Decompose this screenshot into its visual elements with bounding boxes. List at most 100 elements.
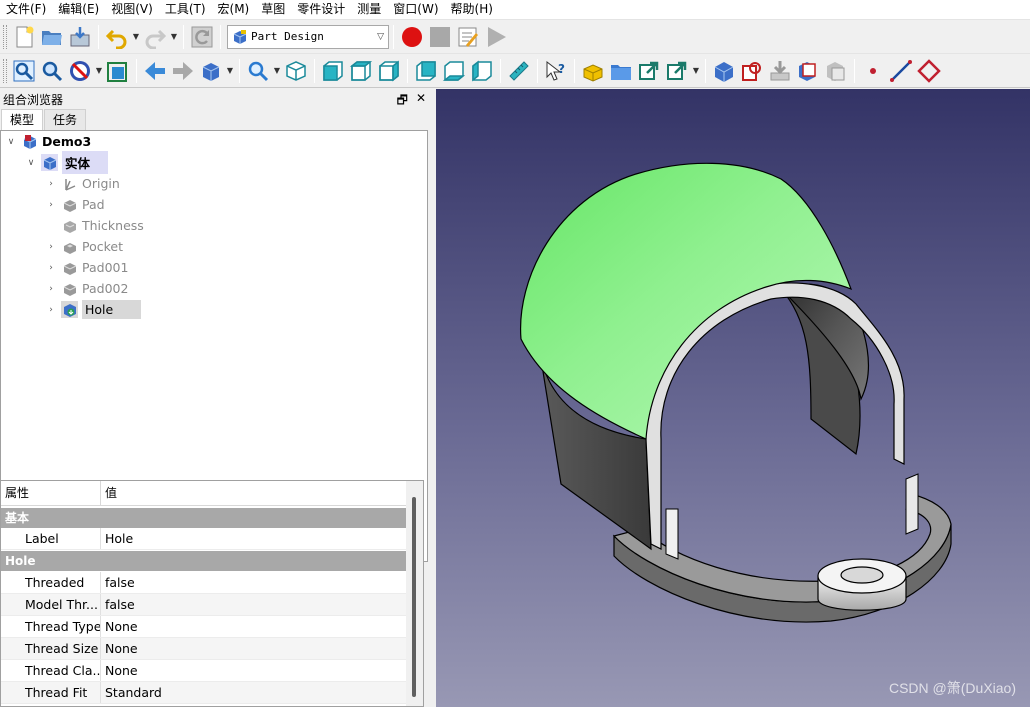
create-body-button[interactable] xyxy=(710,57,738,85)
property-group-hole[interactable]: Hole xyxy=(1,551,406,571)
clone-button[interactable] xyxy=(822,57,850,85)
3d-viewport[interactable]: CSDN @箫(DuXiao) xyxy=(436,89,1030,707)
chevron-right-icon[interactable]: › xyxy=(44,242,58,252)
property-row[interactable]: Thread Type None xyxy=(1,616,406,638)
property-value[interactable]: None xyxy=(101,616,406,637)
measure-button[interactable] xyxy=(505,57,533,85)
redo-dropdown-icon[interactable]: ▼ xyxy=(169,23,179,51)
right-view-button[interactable] xyxy=(375,57,403,85)
bottom-view-button[interactable] xyxy=(440,57,468,85)
menu-sketch[interactable]: 草图 xyxy=(255,0,291,19)
toolbar-grip[interactable] xyxy=(3,58,7,83)
tree-item-pocket[interactable]: › Pocket xyxy=(44,236,127,257)
property-scrollbar[interactable] xyxy=(406,481,423,706)
new-document-button[interactable] xyxy=(10,23,38,51)
refresh-button[interactable] xyxy=(188,23,216,51)
property-row[interactable]: Thread Cla... None xyxy=(1,660,406,682)
draw-style-button[interactable] xyxy=(66,57,94,85)
property-row[interactable]: Thread Size None xyxy=(1,638,406,660)
isometric-view-button[interactable] xyxy=(282,57,310,85)
chevron-right-icon[interactable]: › xyxy=(44,179,58,189)
create-group-button[interactable] xyxy=(607,57,635,85)
undo-dropdown-icon[interactable]: ▼ xyxy=(131,23,141,51)
property-value[interactable]: false xyxy=(101,572,406,593)
chevron-down-icon[interactable]: ∨ xyxy=(24,158,38,168)
tree-item-pad[interactable]: › Pad xyxy=(44,194,109,215)
property-value[interactable]: Hole xyxy=(101,528,406,549)
menu-tools[interactable]: 工具(T) xyxy=(159,0,212,19)
3d-model[interactable] xyxy=(436,89,1030,707)
menu-window[interactable]: 窗口(W) xyxy=(387,0,444,19)
menu-measure[interactable]: 测量 xyxy=(351,0,387,19)
property-value[interactable]: None xyxy=(101,660,406,681)
property-value[interactable]: None xyxy=(101,638,406,659)
menu-edit[interactable]: 编辑(E) xyxy=(52,0,105,19)
chevron-right-icon[interactable]: › xyxy=(44,200,58,210)
tab-model[interactable]: 模型 xyxy=(1,109,44,130)
forward-button[interactable] xyxy=(169,57,197,85)
zoom-button[interactable] xyxy=(244,57,272,85)
datum-plane-button[interactable] xyxy=(915,57,943,85)
property-group-base[interactable]: 基本 xyxy=(1,508,406,528)
property-row[interactable]: Thread Fit Standard xyxy=(1,682,406,704)
chevron-right-icon[interactable]: › xyxy=(44,305,58,315)
run-macro-button[interactable] xyxy=(482,23,510,51)
open-button[interactable] xyxy=(38,23,66,51)
top-view-button[interactable] xyxy=(347,57,375,85)
create-part-button[interactable] xyxy=(579,57,607,85)
menu-file[interactable]: 文件(F) xyxy=(0,0,52,19)
property-row[interactable]: Model Thr... false xyxy=(1,594,406,616)
validate-sketch-button[interactable] xyxy=(766,57,794,85)
toolbar-grip[interactable] xyxy=(3,24,7,49)
scrollbar-thumb[interactable] xyxy=(412,497,416,697)
tree-item-document[interactable]: ∨ Demo3 xyxy=(4,131,95,152)
property-row-label[interactable]: Label Hole xyxy=(1,528,406,550)
macro-editor-button[interactable] xyxy=(454,23,482,51)
record-macro-button[interactable] xyxy=(398,23,426,51)
property-value[interactable]: Standard xyxy=(101,682,406,703)
workbench-selector[interactable]: Part Design ▽ xyxy=(227,24,389,49)
fit-all-button[interactable] xyxy=(10,57,38,85)
menu-part-design[interactable]: 零件设计 xyxy=(291,0,351,19)
value-column-header[interactable]: 值 xyxy=(101,481,406,506)
tree-item-pad002[interactable]: › Pad002 xyxy=(44,278,132,299)
sync-view-button[interactable] xyxy=(197,57,225,85)
property-value[interactable]: false xyxy=(101,594,406,615)
tree-item-pad001[interactable]: › Pad001 xyxy=(44,257,132,278)
tab-tasks[interactable]: 任务 xyxy=(44,109,87,130)
left-view-button[interactable] xyxy=(468,57,496,85)
chevron-down-icon[interactable]: ∨ xyxy=(4,137,18,147)
property-row[interactable]: Threaded false xyxy=(1,572,406,594)
fit-selection-button[interactable] xyxy=(38,57,66,85)
property-column-header[interactable]: 属性 xyxy=(1,481,101,506)
redo-button[interactable] xyxy=(141,23,169,51)
menu-help[interactable]: 帮助(H) xyxy=(445,0,499,19)
shape-binder-button[interactable] xyxy=(794,57,822,85)
back-button[interactable] xyxy=(141,57,169,85)
link-actions-dropdown-icon[interactable]: ▼ xyxy=(691,57,701,85)
menu-view[interactable]: 视图(V) xyxy=(105,0,159,19)
datum-line-button[interactable] xyxy=(887,57,915,85)
tree-item-thickness[interactable]: Thickness xyxy=(44,215,148,236)
float-panel-icon[interactable]: 🗗 xyxy=(397,91,408,112)
save-button[interactable] xyxy=(66,23,94,51)
tree-item-body[interactable]: ∨ 实体 xyxy=(24,151,109,174)
flange-right[interactable] xyxy=(905,473,919,535)
hole[interactable] xyxy=(840,566,884,584)
create-sketch-button[interactable] xyxy=(738,57,766,85)
create-link-button[interactable] xyxy=(635,57,663,85)
chevron-right-icon[interactable]: › xyxy=(44,263,58,273)
link-actions-button[interactable] xyxy=(663,57,691,85)
tree-item-origin[interactable]: › Origin xyxy=(44,173,124,194)
bounding-box-button[interactable] xyxy=(104,57,132,85)
draw-style-dropdown-icon[interactable]: ▼ xyxy=(94,57,104,85)
datum-point-button[interactable] xyxy=(859,57,887,85)
whats-this-button[interactable]: ? xyxy=(542,57,570,85)
sync-view-dropdown-icon[interactable]: ▼ xyxy=(225,57,235,85)
front-view-button[interactable] xyxy=(319,57,347,85)
zoom-dropdown-icon[interactable]: ▼ xyxy=(272,57,282,85)
stop-macro-button[interactable] xyxy=(426,23,454,51)
undo-button[interactable] xyxy=(103,23,131,51)
close-icon[interactable]: ✕ xyxy=(416,91,426,112)
chevron-right-icon[interactable]: › xyxy=(44,284,58,294)
